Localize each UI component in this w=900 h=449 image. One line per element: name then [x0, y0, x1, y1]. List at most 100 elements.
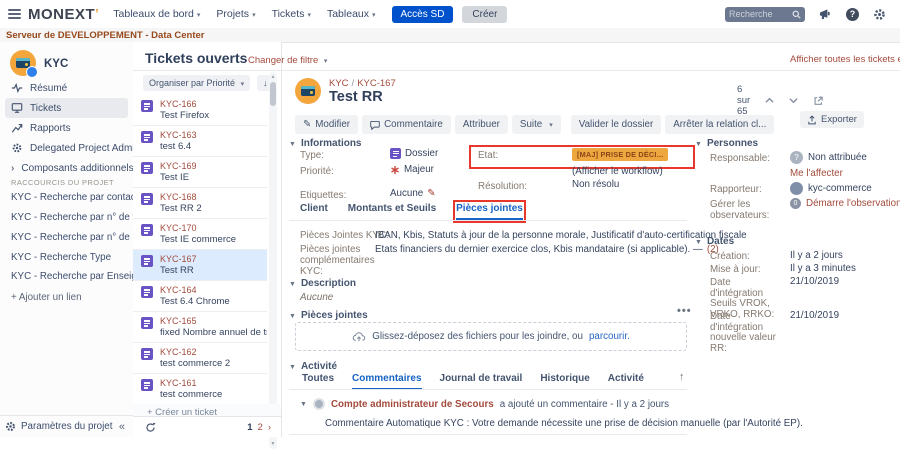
ticket-list-item[interactable]: KYC-166Test Firefox [133, 95, 267, 126]
menu-projets[interactable]: Projets▾ [216, 8, 255, 20]
section-title: Activité [301, 361, 337, 372]
chevron-down-icon: ▾ [241, 81, 245, 88]
scroll-down-icon[interactable]: ▼ [269, 441, 277, 447]
comment-author-link[interactable]: Compte administrateur de Secours [331, 399, 494, 410]
activity-tab-commentaires[interactable]: Commentaires [352, 373, 421, 390]
ticket-list-item[interactable]: KYC-165fixed Nombre annuel de transa... [133, 312, 267, 343]
activity-tab-toutes[interactable]: Toutes [302, 373, 334, 390]
list-scrollbar[interactable]: ▲ ▼ [269, 72, 277, 449]
search-input[interactable]: Recherche [725, 7, 805, 22]
browse-files-link[interactable]: parcourir. [589, 331, 630, 342]
announcement-text: Serveur de DEVELOPPEMENT - Data Center [6, 30, 205, 41]
sidebar-item-tickets[interactable]: Tickets [5, 98, 128, 118]
collapse-arrow-icon: ▼ [695, 239, 702, 246]
sidebar-item-resume[interactable]: Résumé [5, 78, 128, 98]
scroll-up-icon[interactable]: ▲ [269, 74, 277, 80]
page-1[interactable]: 1 [247, 422, 252, 433]
ticket-key: KYC-168 [160, 192, 202, 202]
scrollbar-thumb[interactable] [270, 82, 276, 106]
ticket-list-item[interactable]: KYC-170Test IE commerce [133, 219, 267, 250]
collapse-sidebar-icon[interactable]: « [119, 421, 125, 433]
project-settings-gear-icon[interactable] [5, 421, 16, 432]
sidebar-item-rapports[interactable]: Rapports [5, 118, 128, 138]
sidebar-item-composants[interactable]: › Composants additionnels [5, 158, 128, 178]
tab-pieces-jointes[interactable]: Pièces jointes [456, 203, 523, 220]
project-avatar[interactable] [10, 50, 36, 76]
attachments-section-header[interactable]: ▼Pièces jointes [289, 310, 368, 321]
ticket-list-item-selected[interactable]: KYC-167Test RR [133, 250, 267, 281]
issue-type-icon [141, 255, 153, 267]
tab-montants-et-seuils[interactable]: Montants et Seuils [348, 203, 436, 220]
ticket-list-item[interactable]: KYC-168Test RR 2 [133, 188, 267, 219]
ticket-list-item[interactable]: KYC-164Test 6.4 Chrome [133, 281, 267, 312]
ticket-side-panel: ▼Personnes Responsable: ?Non attribuée M… [690, 42, 900, 437]
activity-sort-icon[interactable]: ↑ [679, 371, 685, 383]
priority-major-icon [390, 165, 400, 175]
activity-section-header[interactable]: ▼Activité [289, 361, 337, 372]
order-by-dropdown[interactable]: Organiser par Priorité ▾ [143, 75, 250, 91]
announcement-megaphone-icon[interactable] [819, 8, 832, 20]
hamburger-icon[interactable] [8, 7, 21, 21]
start-watching-link[interactable]: Démarre l'observation de ce ticket [806, 198, 900, 209]
menu-tickets[interactable]: Tickets▾ [272, 8, 311, 20]
breadcrumb-project-link[interactable]: KYC [329, 78, 349, 89]
create-button[interactable]: Créer [462, 6, 507, 23]
button-label: Valider le dossier [579, 119, 653, 130]
list-pagination: 1 2 › [247, 422, 271, 433]
menu-label: Tickets [272, 8, 305, 20]
gear-icon[interactable] [873, 8, 886, 21]
integration1-value: 21/10/2019 [790, 276, 839, 287]
sidebar-item-delegated-admin[interactable]: Delegated Project Admin [5, 138, 128, 158]
more-actions-button[interactable]: Suite▾ [512, 115, 561, 134]
created-label: Création: [710, 252, 750, 263]
help-icon[interactable]: ? [846, 8, 859, 21]
ticket-list-item[interactable]: KYC-169Test IE [133, 157, 267, 188]
project-sidebar: KYC Résumé Tickets Rapports Delegated Pr… [0, 42, 134, 437]
refresh-icon[interactable] [145, 422, 156, 433]
file-dropzone[interactable]: Glissez-déposez des fichiers pour les jo… [295, 322, 687, 351]
tab-client[interactable]: Client [300, 203, 328, 220]
shortcut-recherche-type[interactable]: KYC - Recherche Type [11, 252, 111, 263]
ticket-summary: test commerce 2 [160, 357, 230, 370]
edit-button[interactable]: ✎Modifier [295, 115, 358, 134]
attachments-comp-text: Etats financiers du dernier exercice clo… [375, 244, 703, 255]
edit-labels-pencil-icon[interactable]: ✎ [427, 188, 435, 199]
ticket-avatar [295, 78, 321, 104]
collapse-arrow-icon[interactable]: ▼ [300, 401, 307, 408]
assign-to-me-link[interactable]: Me l'affecter [790, 168, 843, 179]
state-badge[interactable]: [MAJ] PRISE DE DÉCI... [572, 148, 668, 161]
ticket-list-item[interactable]: KYC-163test 6.4 [133, 126, 267, 157]
sidebar-item-label: Rapports [30, 123, 71, 134]
project-settings-label[interactable]: Paramètres du projet [21, 421, 112, 432]
ticket-list-item[interactable]: KYC-161test commerce [133, 374, 267, 404]
acces-sd-button[interactable]: Accès SD [392, 6, 454, 23]
description-section-header[interactable]: ▼Description [289, 278, 356, 289]
page-2[interactable]: 2 [258, 422, 263, 433]
menu-tableaux[interactable]: Tableaux▾ [327, 8, 376, 20]
activity-tab-activite[interactable]: Activité [608, 373, 644, 390]
shortcut-recherche-contact[interactable]: KYC - Recherche par contact [11, 192, 138, 203]
list-sort-bar: Organiser par Priorité ▾ ↓ [143, 75, 274, 91]
show-workflow-link[interactable]: (Afficher le workflow) [572, 166, 663, 177]
shortcut-recherche-enseigne[interactable]: KYC - Recherche par Enseigne [11, 271, 148, 282]
issue-type-icon [141, 379, 153, 391]
assign-button[interactable]: Attribuer [455, 115, 508, 134]
menu-tableaux-de-bord[interactable]: Tableaux de bord▾ [113, 8, 200, 20]
monext-logo[interactable]: MONEXT’ [28, 6, 99, 23]
watchers-count-badge: 0 [790, 198, 801, 209]
dates-section-header[interactable]: ▼Dates [695, 236, 734, 247]
updated-label: Mise à jour: [710, 265, 761, 276]
activity-tab-historique[interactable]: Historique [540, 373, 589, 390]
validate-dossier-button[interactable]: Valider le dossier [571, 115, 661, 134]
page-next[interactable]: › [268, 422, 271, 433]
collapse-arrow-icon: ▼ [289, 141, 296, 148]
add-link-button[interactable]: + Ajouter un lien [11, 292, 82, 303]
comment-button[interactable]: Commentaire [362, 115, 451, 134]
breadcrumb-ticket-link[interactable]: KYC-167 [357, 78, 396, 89]
ticket-list-item[interactable]: KYC-162test commerce 2 [133, 343, 267, 374]
informations-section-header[interactable]: ▼Informations [289, 138, 362, 149]
activity-tab-journal[interactable]: Journal de travail [440, 373, 523, 390]
ticket-list-panel: Tickets ouverts Changer de filtre ▾ Orga… [133, 42, 282, 437]
people-section-header[interactable]: ▼Personnes [695, 138, 758, 149]
search-icon [792, 10, 801, 19]
